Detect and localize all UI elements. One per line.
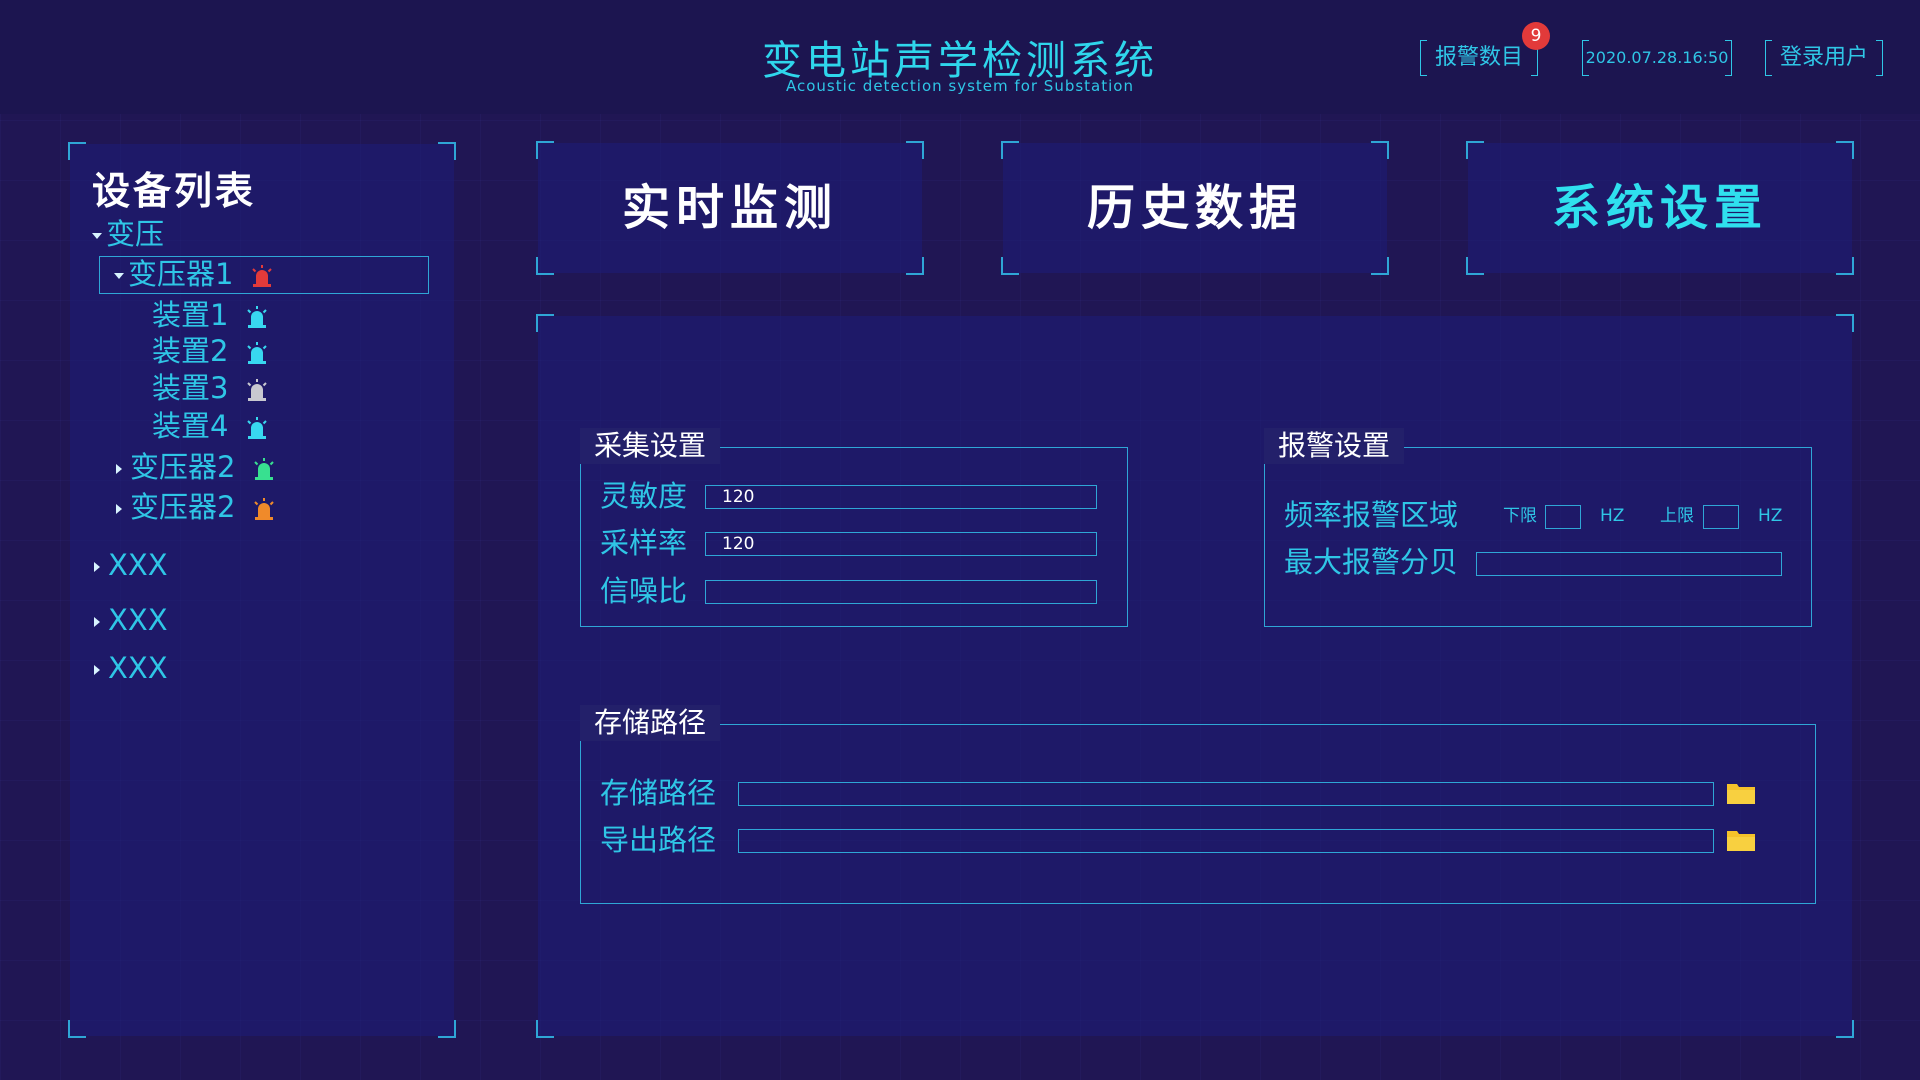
- tab-history[interactable]: 历史数据: [1003, 143, 1387, 273]
- tree-node-transformer2b[interactable]: 变压器2: [116, 489, 275, 525]
- tree-node-label: 装置2: [152, 334, 229, 368]
- folder-icon[interactable]: [1726, 781, 1756, 805]
- sample-rate-input[interactable]: 120: [705, 532, 1097, 556]
- alarm-count-button[interactable]: 报警数目: [1420, 40, 1538, 76]
- tab-realtime[interactable]: 实时监测: [538, 143, 922, 273]
- alarm-light-icon: [253, 458, 274, 480]
- tree-node-label: 装置1: [152, 298, 229, 332]
- tree-node-label: 变压器2: [130, 490, 236, 524]
- storage-title: 存储路径: [580, 705, 721, 741]
- tree-node-label: XXX: [108, 651, 168, 685]
- triangle-right-icon: [116, 504, 122, 514]
- alarm-light-icon: [246, 342, 267, 364]
- snr-input[interactable]: [705, 580, 1097, 604]
- triangle-right-icon: [94, 562, 100, 572]
- login-user-label: 登录用户: [1779, 45, 1868, 70]
- tree-node-label: XXX: [108, 548, 168, 582]
- triangle-down-icon: [92, 233, 102, 239]
- triangle-down-icon: [114, 273, 124, 279]
- alarm-light-icon: [251, 265, 272, 287]
- alarm-count-label: 报警数目: [1434, 45, 1523, 70]
- max-db-input[interactable]: [1476, 552, 1782, 576]
- lower-limit-input[interactable]: [1545, 505, 1581, 529]
- folder-icon[interactable]: [1726, 828, 1756, 852]
- tree-node-transformer2a[interactable]: 变压器2: [116, 449, 275, 485]
- tree-node-label: 装置4: [152, 409, 229, 443]
- export-path-label: 导出路径: [600, 823, 717, 857]
- login-user-button[interactable]: 登录用户: [1765, 40, 1883, 76]
- tree-node-device4[interactable]: 装置4: [152, 408, 268, 444]
- device-list-title: 设备列表: [92, 169, 257, 213]
- tree-node-other1[interactable]: XXX: [94, 547, 168, 583]
- triangle-right-icon: [94, 665, 100, 675]
- tree-node-label: 装置3: [152, 371, 229, 405]
- app-subtitle: Acoustic detection system for Substation: [786, 77, 1134, 95]
- tree-node-label: 变压: [106, 217, 165, 251]
- tree-node-other2[interactable]: XXX: [94, 602, 168, 638]
- alarm-count-badge: 9: [1522, 22, 1550, 50]
- datetime-display: 2020.07.28.16:50: [1582, 40, 1732, 76]
- upper-limit-label: 上限: [1660, 506, 1694, 526]
- sensitivity-input[interactable]: 120: [705, 485, 1097, 509]
- sample-rate-label: 采样率: [600, 526, 688, 560]
- alarm-light-icon: [246, 306, 267, 328]
- snr-label: 信噪比: [600, 574, 688, 608]
- tree-node-transformer1[interactable]: 变压器1: [114, 256, 273, 292]
- alarm-light-icon: [253, 498, 274, 520]
- alarm-light-icon: [246, 417, 267, 439]
- tree-node-label: XXX: [108, 603, 168, 637]
- settings-content-panel: [536, 314, 1854, 1038]
- tree-node-label: 变压器2: [130, 450, 236, 484]
- header-bar: 变电站声学检测系统 Acoustic detection system for …: [0, 0, 1920, 114]
- max-db-label: 最大报警分贝: [1284, 545, 1459, 579]
- triangle-right-icon: [116, 464, 122, 474]
- alarm-settings-group: [1264, 447, 1812, 627]
- export-path-input[interactable]: [738, 829, 1714, 853]
- tree-node-root[interactable]: 变压: [92, 216, 164, 252]
- tree-node-device1[interactable]: 装置1: [152, 297, 268, 333]
- freq-alarm-label: 频率报警区域: [1284, 498, 1459, 532]
- upper-unit-label: HZ: [1758, 506, 1783, 526]
- alarm-settings-title: 报警设置: [1264, 428, 1405, 464]
- upper-limit-input[interactable]: [1703, 505, 1739, 529]
- storage-group: [580, 724, 1816, 904]
- tree-node-device2[interactable]: 装置2: [152, 333, 268, 369]
- lower-unit-label: HZ: [1600, 506, 1625, 526]
- tree-node-device3[interactable]: 装置3: [152, 370, 268, 406]
- sensitivity-label: 灵敏度: [600, 479, 688, 513]
- triangle-right-icon: [94, 617, 100, 627]
- tab-settings[interactable]: 系统设置: [1468, 143, 1852, 273]
- tree-node-other3[interactable]: XXX: [94, 650, 168, 686]
- tree-node-label: 变压器1: [128, 257, 234, 291]
- lower-limit-label: 下限: [1503, 506, 1537, 526]
- store-path-label: 存储路径: [600, 776, 717, 810]
- alarm-light-icon: [246, 379, 267, 401]
- store-path-input[interactable]: [738, 782, 1714, 806]
- collect-settings-title: 采集设置: [580, 428, 721, 464]
- datetime-text: 2020.07.28.16:50: [1585, 48, 1729, 67]
